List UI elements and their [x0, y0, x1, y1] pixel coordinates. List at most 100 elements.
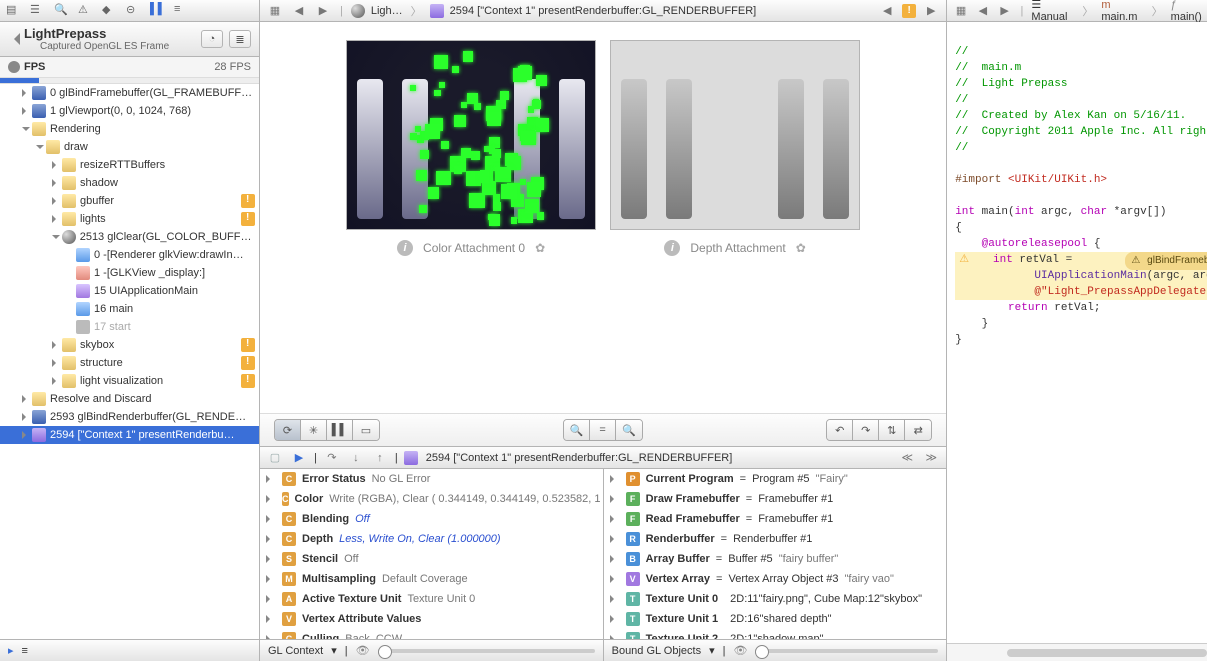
- gear-icon[interactable]: ✿: [535, 241, 545, 255]
- tree-row[interactable]: 1 glViewport(0, 0, 1024, 768): [0, 102, 259, 120]
- tree-row[interactable]: gbuffer: [0, 192, 259, 210]
- crumb-stage[interactable]: Ligh…: [371, 5, 403, 17]
- state-row[interactable]: AActive Texture Unit Texture Unit 0: [260, 589, 603, 609]
- tree-row[interactable]: 2513 glClear(GL_COLOR_BUFFE…: [0, 228, 259, 246]
- nav-tab-breakpoints-icon[interactable]: ▌▌: [150, 3, 166, 19]
- tree-row[interactable]: draw: [0, 138, 259, 156]
- flip-v-icon[interactable]: ⇅: [879, 420, 905, 440]
- zoom-fit-icon[interactable]: =: [590, 420, 616, 440]
- nav-tab-issues-icon[interactable]: ⚠: [78, 3, 94, 19]
- eye-icon[interactable]: 👁: [356, 644, 370, 657]
- step-in-icon[interactable]: ↓: [347, 450, 365, 466]
- disclosure-icon[interactable]: [22, 107, 30, 115]
- disclosure-icon[interactable]: [610, 555, 618, 563]
- history-fwd-icon[interactable]: ≫: [922, 450, 940, 466]
- state-row[interactable]: TTexture Unit 1 2D:16"shared depth": [604, 609, 947, 629]
- disclosure-icon[interactable]: [610, 515, 618, 523]
- zoom-out-icon[interactable]: 🔍: [564, 420, 590, 440]
- disclosure-icon[interactable]: [610, 475, 618, 483]
- nav-tab-debug-icon[interactable]: ⊝: [126, 3, 142, 19]
- state-row[interactable]: BArray Buffer = Buffer #5 "fairy buffer": [604, 549, 947, 569]
- mode-auto-icon[interactable]: ⟳: [275, 420, 301, 440]
- rotate-left-icon[interactable]: ↶: [827, 420, 853, 440]
- view-mode-buttons[interactable]: ⟳ ✳ ▌▌ ▭: [274, 419, 380, 441]
- state-row[interactable]: PCurrent Program = Program #5 "Fairy": [604, 469, 947, 489]
- gl-objects-label[interactable]: Bound GL Objects: [612, 645, 701, 657]
- tree-row[interactable]: 2593 glBindRenderbuffer(GL_RENDE…: [0, 408, 259, 426]
- crumb-call[interactable]: 2594 ["Context 1" presentRenderbuffer:GL…: [450, 5, 757, 17]
- disclosure-icon[interactable]: [52, 235, 60, 243]
- step-out-icon[interactable]: ↑: [371, 450, 389, 466]
- related-items-icon[interactable]: ▦: [266, 3, 284, 19]
- disclosure-icon[interactable]: [52, 341, 60, 349]
- disclosure-icon[interactable]: [52, 161, 60, 169]
- gear-icon[interactable]: ✿: [796, 241, 806, 255]
- nav-tab-search-icon[interactable]: 🔍: [54, 3, 70, 19]
- toggle-bp-icon[interactable]: ▢: [266, 450, 284, 466]
- right-slider[interactable]: [755, 649, 938, 653]
- jump-back-icon[interactable]: ◀: [290, 3, 308, 19]
- mode-solid-icon[interactable]: ▌▌: [327, 420, 353, 440]
- tree-row[interactable]: 0 -[Renderer glkView:drawIn…: [0, 246, 259, 264]
- state-row[interactable]: TTexture Unit 0 2D:11"fairy.png", Cube M…: [604, 589, 947, 609]
- flip-h-icon[interactable]: ⇄: [905, 420, 931, 440]
- jump-fwd-icon[interactable]: ▶: [314, 3, 332, 19]
- source-editor[interactable]: // // main.m // Light Prepass // // Crea…: [947, 22, 1207, 643]
- disclosure-icon[interactable]: [610, 495, 618, 503]
- rotate-right-icon[interactable]: ↷: [853, 420, 879, 440]
- tree-row[interactable]: skybox: [0, 336, 259, 354]
- tree-row[interactable]: light visualization: [0, 372, 259, 390]
- state-row[interactable]: RRenderbuffer = Renderbuffer #1: [604, 529, 947, 549]
- warning-icon[interactable]: [241, 212, 255, 226]
- warning-gutter-icon[interactable]: ⚠: [955, 252, 973, 268]
- tree-row[interactable]: 15 UIApplicationMain: [0, 282, 259, 300]
- debug-toolbar[interactable]: ▢ ▶ | ↷ ↓ ↑ | 2594 ["Context 1" presentR…: [260, 447, 946, 469]
- gl-context-label[interactable]: GL Context: [268, 645, 323, 657]
- state-row[interactable]: VVertex Array = Vertex Array Object #3 "…: [604, 569, 947, 589]
- disclosure-icon[interactable]: [610, 575, 618, 583]
- tree-row[interactable]: 2594 ["Context 1" presentRenderbu…: [0, 426, 259, 444]
- disclosure-icon[interactable]: [266, 495, 274, 503]
- disclosure-icon[interactable]: [22, 89, 30, 97]
- zoom-buttons[interactable]: 🔍 = 🔍: [563, 419, 643, 441]
- tree-row[interactable]: Resolve and Discard: [0, 390, 259, 408]
- tree-row[interactable]: Rendering: [0, 120, 259, 138]
- warning-icon[interactable]: !: [902, 4, 916, 18]
- info-icon[interactable]: i: [664, 240, 680, 256]
- state-row[interactable]: FDraw Framebuffer = Framebuffer #1: [604, 489, 947, 509]
- state-row[interactable]: SStencil Off: [260, 549, 603, 569]
- state-row[interactable]: VVertex Attribute Values: [260, 609, 603, 629]
- call-tree[interactable]: 0 glBindFramebuffer(GL_FRAMEBUFF…1 glVie…: [0, 84, 259, 639]
- history-back-icon[interactable]: ≪: [898, 450, 916, 466]
- clock-button[interactable]: ◔: [201, 30, 223, 48]
- tree-row[interactable]: 17 start: [0, 318, 259, 336]
- disclosure-icon[interactable]: [266, 615, 274, 623]
- jump-back-icon[interactable]: ◀: [975, 3, 991, 19]
- filter-icon[interactable]: ▸: [8, 644, 14, 657]
- crumb-manual[interactable]: ☰ Manual: [1031, 0, 1074, 23]
- depth-attachment-preview[interactable]: [610, 40, 860, 230]
- disclosure-icon[interactable]: [36, 145, 44, 153]
- nav-tab-symbols-icon[interactable]: ☰: [30, 3, 46, 19]
- state-row[interactable]: CColor Write (RGBA), Clear ( 0.344149, 0…: [260, 489, 603, 509]
- state-row[interactable]: TTexture Unit 2 2D:1"shadow map": [604, 629, 947, 639]
- warning-icon[interactable]: [241, 356, 255, 370]
- warning-icon[interactable]: [241, 374, 255, 388]
- list-button[interactable]: ≣: [229, 30, 251, 48]
- debug-breadcrumb[interactable]: 2594 ["Context 1" presentRenderbuffer:GL…: [426, 452, 733, 464]
- tree-row[interactable]: structure: [0, 354, 259, 372]
- disclosure-icon[interactable]: [22, 431, 30, 439]
- jump-fwd-icon[interactable]: ▶: [997, 3, 1013, 19]
- options-icon[interactable]: ≡: [22, 645, 28, 657]
- state-row[interactable]: CBlending Off: [260, 509, 603, 529]
- gl-context-panel[interactable]: CError Status No GL ErrorCColor Write (R…: [260, 469, 603, 639]
- state-row[interactable]: MMultisampling Default Coverage: [260, 569, 603, 589]
- nav-tab-logs-icon[interactable]: ≡: [174, 3, 190, 19]
- disclosure-icon[interactable]: [610, 535, 618, 543]
- disclosure-icon[interactable]: [266, 475, 274, 483]
- left-slider[interactable]: [378, 649, 595, 653]
- crumb-func[interactable]: ƒ main(): [1171, 0, 1206, 23]
- navigator-tabs[interactable]: ▤ ☰ 🔍 ⚠ ◆ ⊝ ▌▌ ≡: [0, 0, 259, 22]
- tree-row[interactable]: 0 glBindFramebuffer(GL_FRAMEBUFF…: [0, 84, 259, 102]
- tree-row[interactable]: 1 -[GLKView _display:]: [0, 264, 259, 282]
